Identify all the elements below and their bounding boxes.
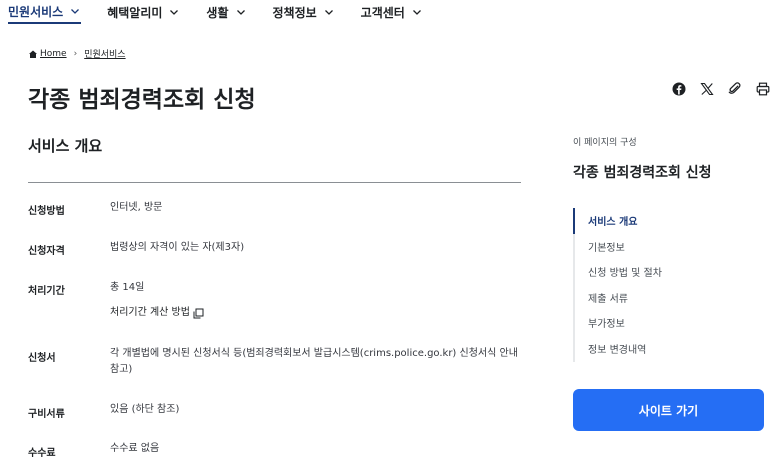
row-label-fee: 수수료	[28, 448, 56, 459]
chevron-right-icon: ›	[73, 48, 78, 59]
row-label-documents: 구비서류	[28, 409, 65, 420]
nav-item-label: 혜택알리미	[107, 5, 163, 20]
nav-item-label: 정책정보	[272, 5, 317, 20]
home-icon	[29, 50, 37, 58]
go-to-site-button[interactable]: 사이트 가기	[573, 389, 764, 431]
x-icon[interactable]	[700, 82, 714, 96]
top-navigation: 민원서비스 혜택알리미 생활 정책정보 고객센터	[0, 0, 773, 30]
toc-title: 각종 범죄경력조회 신청	[573, 165, 712, 181]
toc-item-documents[interactable]: 제출 서류	[575, 285, 764, 311]
row-label-method: 신청방법	[28, 206, 65, 217]
divider	[28, 182, 521, 183]
nav-item-label: 민원서비스	[8, 4, 64, 19]
chevron-down-icon	[324, 10, 333, 15]
row-label-processing-period: 처리기간	[28, 286, 65, 297]
page-title: 각종 범죄경력조회 신청	[28, 87, 256, 113]
chevron-down-icon	[236, 10, 245, 15]
nav-item-benefits[interactable]: 혜택알리미	[107, 0, 180, 24]
toc-item-additional-info[interactable]: 부가정보	[575, 310, 764, 336]
print-icon[interactable]	[756, 82, 770, 96]
link-icon[interactable]	[728, 82, 742, 96]
row-label-application-form: 신청서	[28, 353, 56, 364]
section-title-overview: 서비스 개요	[28, 137, 103, 155]
row-value-fee: 수수료 없음	[110, 443, 160, 454]
toc-list: 서비스 개요 기본정보 신청 방법 및 절차 제출 서류 부가정보 정보 변경내…	[573, 208, 764, 362]
chevron-down-icon	[412, 10, 421, 15]
processing-period-calc-link[interactable]: 처리기간 계산 방법	[110, 305, 204, 321]
toc-item-overview[interactable]: 서비스 개요	[573, 208, 764, 234]
breadcrumb-home-link[interactable]: Home	[40, 49, 67, 59]
nav-item-customer-center[interactable]: 고객센터	[361, 0, 423, 24]
calc-link-label: 처리기간 계산 방법	[110, 307, 190, 318]
toc-caption: 이 페이지의 구성	[573, 138, 637, 148]
chevron-down-icon	[71, 9, 80, 14]
breadcrumb-current-link[interactable]: 민원서비스	[84, 47, 125, 60]
new-window-icon	[193, 308, 204, 318]
row-label-eligibility: 신청자격	[28, 246, 65, 257]
toc-item-method-procedure[interactable]: 신청 방법 및 절차	[575, 259, 764, 285]
breadcrumb: Home › 민원서비스	[28, 47, 126, 60]
share-tools	[672, 82, 770, 96]
nav-item-label: 생활	[206, 5, 229, 20]
facebook-icon[interactable]	[672, 82, 686, 96]
chevron-down-icon	[170, 10, 179, 15]
nav-item-life[interactable]: 생활	[206, 0, 246, 24]
nav-item-policy-info[interactable]: 정책정보	[273, 0, 335, 24]
nav-item-label: 고객센터	[360, 5, 405, 20]
row-value-application-form: 각 개별법에 명시된 신청서식 등(범죄경력회보서 발급시스템(crims.po…	[110, 348, 518, 375]
row-value-method: 인터넷, 방문	[110, 202, 163, 213]
nav-item-civil-services[interactable]: 민원서비스	[8, 0, 82, 24]
row-value-documents: 있음 (하단 참조)	[110, 404, 180, 415]
row-value-eligibility: 법령상의 자격이 있는 자(제3자)	[110, 242, 245, 253]
toc-item-basic-info[interactable]: 기본정보	[575, 234, 764, 260]
row-value-processing-period: 총 14일	[110, 282, 145, 293]
toc-item-change-history[interactable]: 정보 변경내역	[575, 336, 764, 362]
